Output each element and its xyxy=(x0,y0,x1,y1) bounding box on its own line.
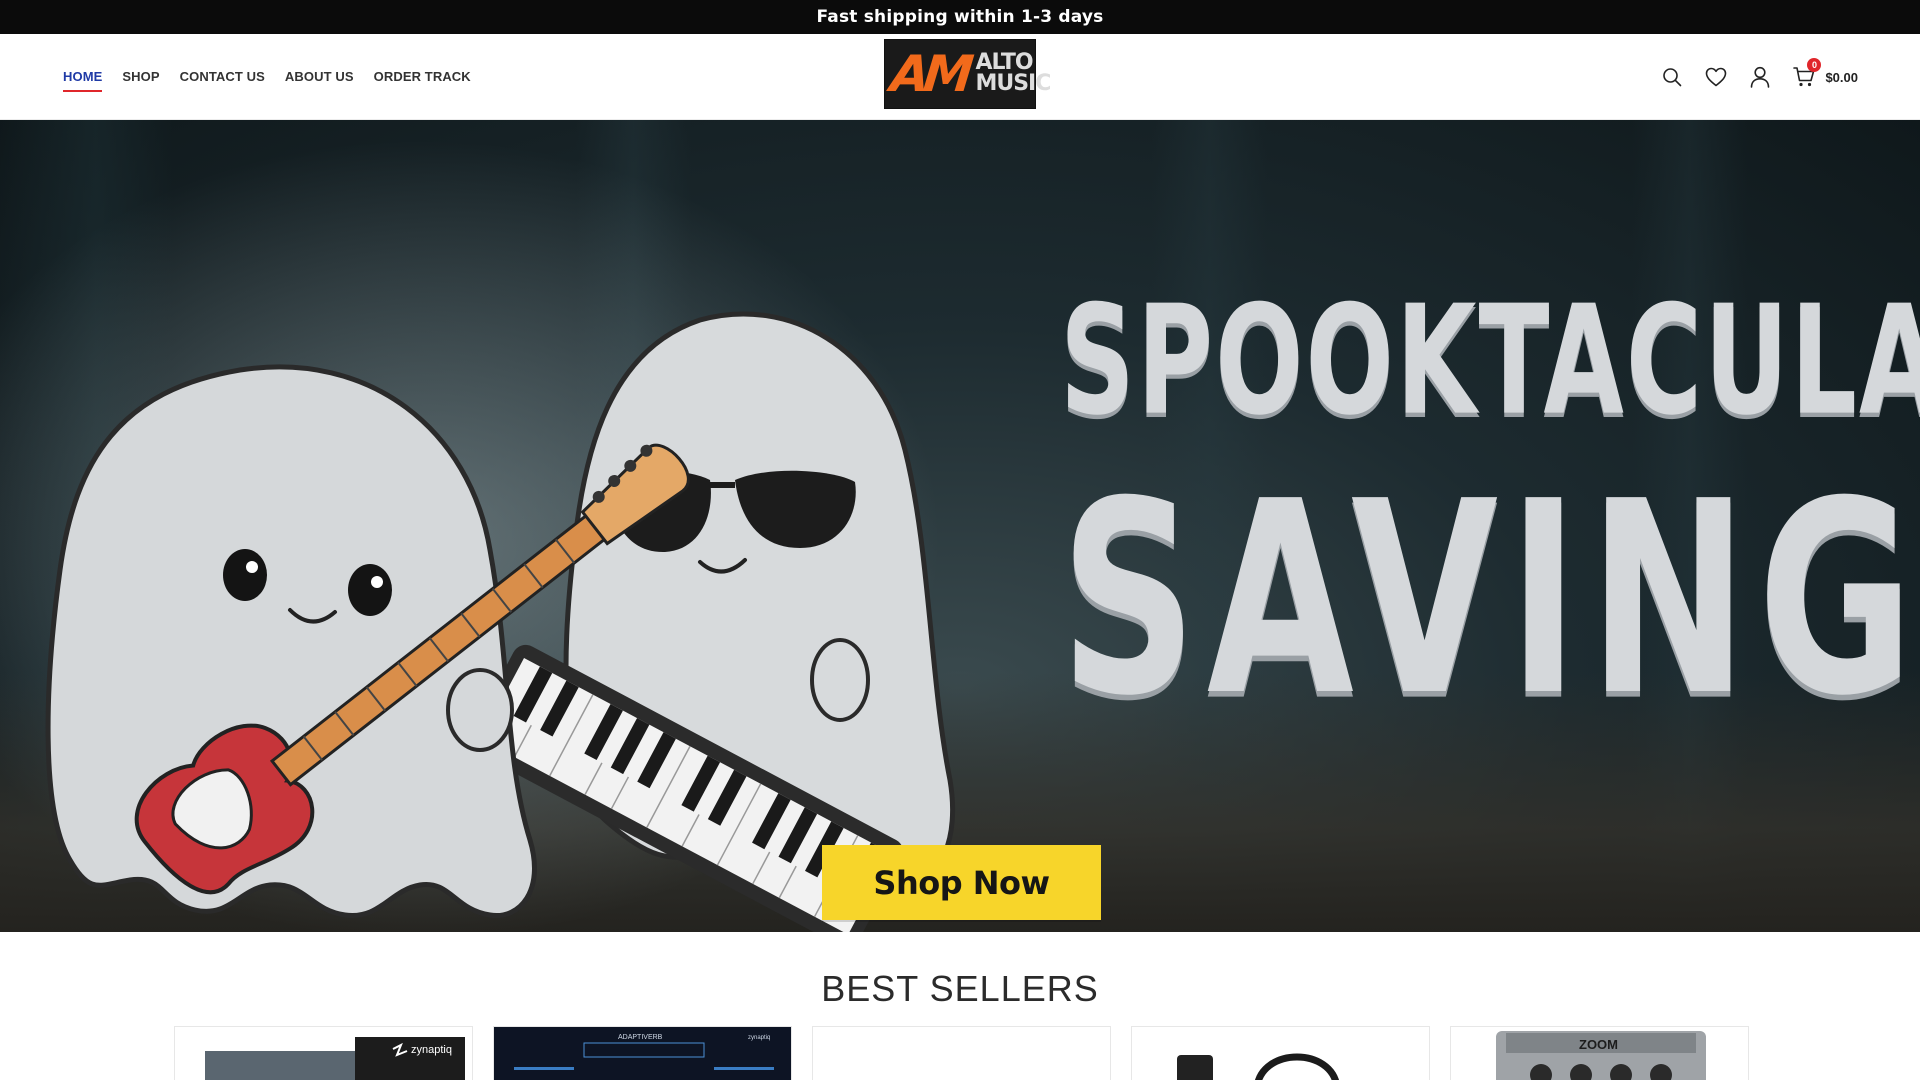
announcement-bar: Fast shipping within 1-3 days xyxy=(0,0,1920,34)
product-card[interactable]: zynaptiq xyxy=(174,1026,473,1080)
best-sellers-section: BEST SELLERS zynaptiq ADAPTIVERB zynapti… xyxy=(0,932,1920,1080)
nav-order-track[interactable]: ORDER TRACK xyxy=(374,65,471,88)
best-sellers-title: BEST SELLERS xyxy=(821,968,1099,1009)
search-icon[interactable] xyxy=(1661,66,1683,88)
nav-contact-us[interactable]: CONTACT US xyxy=(180,65,265,88)
product-label-text: ADAPTIVERB xyxy=(618,1034,663,1041)
product-brand-text: zynaptiq xyxy=(411,1044,452,1056)
product-card[interactable]: ADAPTIVERB zynaptiq xyxy=(493,1026,792,1080)
headline-line1: SPOOKTACULAR xyxy=(1060,271,1920,449)
site-header: HOME SHOP CONTACT US ABOUT US ORDER TRAC… xyxy=(0,34,1920,120)
logo-wordmark: ALTO MUSIC xyxy=(975,52,1051,96)
hero-headline: SPOOKTACULAR SAVINGS xyxy=(1060,271,1920,732)
product-carousel: zynaptiq ADAPTIVERB zynaptiq ZOOM xyxy=(174,1026,1749,1080)
cart-button[interactable]: 0 $0.00 xyxy=(1793,58,1858,88)
ghosts-illustration xyxy=(0,140,956,932)
main-nav: HOME SHOP CONTACT US ABOUT US ORDER TRAC… xyxy=(63,65,471,92)
user-icon[interactable] xyxy=(1749,66,1771,88)
header-tools: 0 $0.00 xyxy=(1661,34,1858,120)
cart-count-badge: 0 xyxy=(1807,58,1822,72)
product-card[interactable] xyxy=(1131,1026,1430,1080)
product-card[interactable] xyxy=(812,1026,1111,1080)
heart-icon[interactable] xyxy=(1705,66,1727,88)
shop-now-button[interactable]: Shop Now xyxy=(822,845,1101,920)
product-image: zynaptiq xyxy=(205,1037,465,1080)
headline-line2: SAVINGS xyxy=(1060,444,1920,754)
product-brand-text: ZOOM xyxy=(1579,1037,1618,1052)
svg-text:zynaptiq: zynaptiq xyxy=(748,1035,770,1041)
product-image: ADAPTIVERB zynaptiq xyxy=(494,1027,791,1080)
hero-banner[interactable]: SPOOKTACULAR SAVINGS Shop Now xyxy=(0,120,1920,932)
cart-total: $0.00 xyxy=(1825,69,1858,85)
product-card[interactable]: ZOOM xyxy=(1450,1026,1749,1080)
product-image xyxy=(1177,1053,1339,1080)
nav-home[interactable]: HOME xyxy=(63,65,103,92)
site-logo[interactable]: AM ALTO MUSIC xyxy=(884,39,1051,109)
logo-monogram: AM xyxy=(887,45,971,103)
nav-about-us[interactable]: ABOUT US xyxy=(285,65,354,88)
announcement-text: Fast shipping within 1-3 days xyxy=(816,7,1104,27)
product-image: ZOOM xyxy=(1496,1031,1706,1080)
logo-line2: MUSIC xyxy=(975,71,1051,96)
nav-shop[interactable]: SHOP xyxy=(122,65,159,88)
